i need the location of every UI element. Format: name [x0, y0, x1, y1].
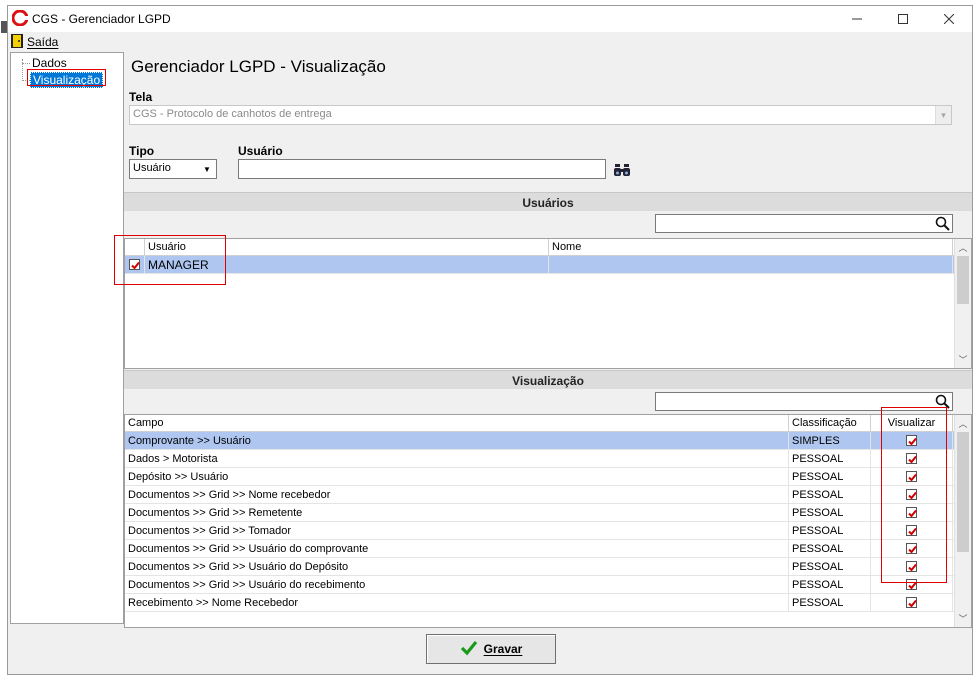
usuario-label: Usuário: [238, 144, 283, 158]
cell-classificacao: SIMPLES: [789, 432, 871, 450]
cell-campo: Documentos >> Grid >> Usuário do Depósit…: [125, 558, 789, 576]
table-row[interactable]: MANAGER: [125, 256, 971, 274]
users-grid-header: Usuário Nome: [125, 239, 971, 256]
chevron-down-icon[interactable]: ▼: [935, 106, 951, 124]
table-row[interactable]: Documentos >> Grid >> Usuário do Depósit…: [125, 558, 971, 576]
binoculars-search-icon[interactable]: [614, 162, 630, 178]
users-scrollbar[interactable]: ︿ ﹀: [954, 239, 971, 368]
highlight-box: [881, 407, 947, 583]
scroll-up-icon[interactable]: ︿: [955, 239, 971, 255]
title-bar: CGS - Gerenciador LGPD: [8, 6, 972, 32]
highlight-box: [114, 235, 226, 285]
maximize-button[interactable]: [880, 6, 926, 32]
cell-campo: Documentos >> Grid >> Usuário do comprov…: [125, 540, 789, 558]
table-row[interactable]: Documentos >> Grid >> Usuário do comprov…: [125, 540, 971, 558]
save-button-label: Gravar: [483, 642, 523, 656]
cell-campo: Depósito >> Usuário: [125, 468, 789, 486]
usuario-input[interactable]: [238, 159, 606, 179]
chevron-down-icon[interactable]: ▼: [199, 161, 215, 177]
table-row[interactable]: Recebimento >> Nome Recebedor PESSOAL: [125, 594, 971, 612]
navigation-tree: Dados Visualização: [10, 52, 124, 624]
visualizar-checkbox[interactable]: [906, 597, 917, 608]
cell-classificacao: PESSOAL: [789, 558, 871, 576]
users-search-input[interactable]: [655, 214, 953, 233]
cell-classificacao: PESSOAL: [789, 468, 871, 486]
cell-campo: Documentos >> Grid >> Nome recebedor: [125, 486, 789, 504]
cell-campo: Comprovante >> Usuário: [125, 432, 789, 450]
tipo-select[interactable]: Usuário ▼: [129, 159, 217, 179]
users-grid: Usuário Nome MANAGER ︿ ﹀: [114, 235, 972, 369]
tela-label: Tela: [129, 90, 153, 104]
vis-scrollbar[interactable]: ︿ ﹀: [954, 415, 971, 627]
cell-classificacao: PESSOAL: [789, 594, 871, 612]
cell-visualizar[interactable]: [871, 594, 953, 612]
menu-exit[interactable]: Saída: [27, 35, 58, 49]
table-row[interactable]: Documentos >> Grid >> Usuário do recebim…: [125, 576, 971, 594]
tree-connector: [22, 63, 30, 64]
minimize-button[interactable]: [834, 6, 880, 32]
tipo-value: Usuário: [133, 162, 171, 174]
cell-campo: Dados > Motorista: [125, 450, 789, 468]
users-section-header: Usuários: [124, 192, 972, 211]
column-header-campo[interactable]: Campo: [125, 415, 789, 432]
cell-classificacao: PESSOAL: [789, 522, 871, 540]
cell-campo: Documentos >> Grid >> Tomador: [125, 522, 789, 540]
table-row[interactable]: Comprovante >> Usuário SIMPLES: [125, 432, 971, 450]
page-title: Gerenciador LGPD - Visualização: [131, 57, 386, 76]
cell-classificacao: PESSOAL: [789, 486, 871, 504]
table-row[interactable]: Documentos >> Grid >> Nome recebedor PESS…: [125, 486, 971, 504]
cell-campo: Recebimento >> Nome Recebedor: [125, 594, 789, 612]
app-window: CGS - Gerenciador LGPD Saída Dados Visua…: [7, 5, 973, 675]
cell-nome: [549, 256, 953, 274]
cell-classificacao: PESSOAL: [789, 450, 871, 468]
close-button[interactable]: [926, 6, 972, 32]
scroll-up-icon[interactable]: ︿: [955, 415, 971, 431]
scroll-thumb[interactable]: [957, 432, 969, 552]
vis-grid-header: Campo Classificação Visualizar: [125, 415, 971, 432]
search-icon[interactable]: [935, 216, 950, 231]
tipo-label: Tipo: [129, 144, 155, 158]
checkmark-icon: [460, 640, 478, 659]
column-header-nome[interactable]: Nome: [549, 239, 953, 256]
cell-classificacao: PESSOAL: [789, 504, 871, 522]
column-header-classificacao[interactable]: Classificação: [789, 415, 871, 432]
table-row[interactable]: Documentos >> Grid >> Tomador PESSOAL: [125, 522, 971, 540]
exit-door-icon: [11, 34, 23, 48]
save-button[interactable]: Gravar: [426, 634, 556, 664]
cell-campo: Documentos >> Grid >> Usuário do recebim…: [125, 576, 789, 594]
cell-campo: Documentos >> Grid >> Remetente: [125, 504, 789, 522]
main-panel: Gerenciador LGPD - Visualização Tela CGS…: [114, 52, 972, 630]
tela-value: CGS - Protocolo de canhotos de entrega: [133, 108, 332, 120]
vis-section-header: Visualização: [124, 370, 972, 389]
table-row[interactable]: Dados > Motorista PESSOAL: [125, 450, 971, 468]
cell-classificacao: PESSOAL: [789, 540, 871, 558]
tree-item-dados[interactable]: Dados: [32, 56, 67, 70]
vis-rows: Comprovante >> Usuário SIMPLES Dados > Mot…: [125, 432, 971, 612]
scroll-down-icon[interactable]: ﹀: [955, 610, 971, 626]
window-title: CGS - Gerenciador LGPD: [32, 12, 171, 26]
table-row[interactable]: Depósito >> Usuário PESSOAL: [125, 468, 971, 486]
cgs-logo-icon: [11, 9, 29, 27]
tela-combobox[interactable]: CGS - Protocolo de canhotos de entrega ▼: [129, 105, 952, 125]
highlight-box: [27, 69, 106, 86]
cell-classificacao: PESSOAL: [789, 576, 871, 594]
table-row[interactable]: Documentos >> Grid >> Remetente PESSOAL: [125, 504, 971, 522]
scroll-thumb[interactable]: [957, 256, 969, 304]
menu-bar: Saída: [8, 32, 972, 52]
visualizacao-grid: Campo Classificação Visualizar Comprovan…: [124, 407, 972, 628]
scroll-down-icon[interactable]: ﹀: [955, 351, 971, 367]
